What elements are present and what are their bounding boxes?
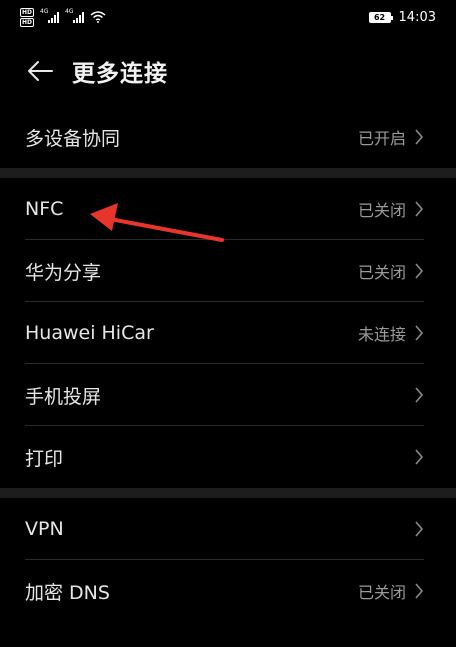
list-item-label: VPN bbox=[25, 518, 64, 540]
battery-level: 62 bbox=[373, 12, 386, 22]
list-item-huawei-share[interactable]: 华为分享 已关闭 bbox=[0, 240, 456, 302]
list-item-label: 华为分享 bbox=[25, 261, 102, 284]
hd-badges: HD HD bbox=[20, 7, 35, 27]
list-item-label: 手机投屏 bbox=[25, 385, 102, 408]
list-item-status: 已开启 bbox=[357, 129, 406, 148]
list-item-label: Huawei HiCar bbox=[25, 322, 154, 344]
list-item-hicar[interactable]: Huawei HiCar 未连接 bbox=[0, 302, 456, 364]
list-item-screen-projection[interactable]: 手机投屏 bbox=[0, 364, 456, 426]
list-item-right: 已关闭 bbox=[358, 579, 424, 603]
list-item-right bbox=[406, 521, 424, 537]
list-item-status: 已关闭 bbox=[357, 583, 406, 602]
hd-badge-2: HD bbox=[20, 17, 35, 27]
chevron-right-icon bbox=[415, 387, 424, 403]
network-type-1: 4G bbox=[40, 8, 49, 15]
section-separator bbox=[0, 168, 456, 178]
list-item-encrypted-dns[interactable]: 加密 DNS 已关闭 bbox=[0, 560, 456, 622]
group-multi-device: 多设备协同 已开启 bbox=[0, 106, 456, 168]
group-connections: NFC 已关闭 华为分享 已关闭 Huawei HiCar 未连接 手机投屏 打… bbox=[0, 178, 456, 488]
group-network: VPN 加密 DNS 已关闭 bbox=[0, 498, 456, 622]
clock: 14:03 bbox=[398, 9, 436, 25]
list-item-right: 已关闭 bbox=[358, 197, 424, 221]
list-item-label: 打印 bbox=[25, 447, 64, 470]
list-item-label: 加密 DNS bbox=[25, 581, 110, 604]
arrow-left-icon bbox=[28, 61, 53, 81]
list-item-label: NFC bbox=[25, 198, 64, 220]
network-type-2: 4G bbox=[65, 8, 74, 15]
list-item-right bbox=[406, 449, 424, 465]
status-bar: HD HD 4G 4G 62 14:03 bbox=[0, 0, 456, 34]
chevron-right-icon bbox=[415, 449, 424, 465]
signal-icon-2: 4G bbox=[65, 8, 85, 23]
chevron-right-icon bbox=[415, 325, 424, 341]
list-item-status: 已关闭 bbox=[357, 201, 406, 220]
list-item-label: 多设备协同 bbox=[25, 127, 121, 150]
list-item-nfc[interactable]: NFC 已关闭 bbox=[0, 178, 456, 240]
chevron-right-icon bbox=[415, 521, 424, 537]
list-item-vpn[interactable]: VPN bbox=[0, 498, 456, 560]
status-left: HD HD 4G 4G bbox=[20, 7, 106, 27]
chevron-right-icon bbox=[415, 583, 424, 599]
back-button[interactable] bbox=[24, 55, 56, 87]
list-item-right: 未连接 bbox=[358, 321, 424, 345]
page-title: 更多连接 bbox=[72, 61, 168, 87]
list-item-multi-device[interactable]: 多设备协同 已开启 bbox=[0, 106, 456, 168]
list-item-right: 已开启 bbox=[358, 125, 424, 149]
screen: HD HD 4G 4G 62 14:03 更多连接 多设备协同 已开启 NFC … bbox=[0, 0, 456, 647]
battery-icon: 62 bbox=[368, 11, 393, 23]
list-item-right bbox=[406, 387, 424, 403]
list-item-right: 已关闭 bbox=[358, 259, 424, 283]
chevron-right-icon bbox=[415, 263, 424, 279]
status-right: 62 14:03 bbox=[368, 9, 436, 25]
list-item-print[interactable]: 打印 bbox=[0, 426, 456, 488]
hd-badge-1: HD bbox=[20, 7, 35, 17]
list-item-status: 未连接 bbox=[357, 325, 406, 344]
wifi-icon bbox=[90, 11, 106, 23]
section-separator bbox=[0, 488, 456, 498]
chevron-right-icon bbox=[415, 129, 424, 145]
signal-icon-1: 4G bbox=[40, 8, 60, 23]
list-item-status: 已关闭 bbox=[357, 263, 406, 282]
header: 更多连接 bbox=[0, 44, 456, 98]
chevron-right-icon bbox=[415, 201, 424, 217]
